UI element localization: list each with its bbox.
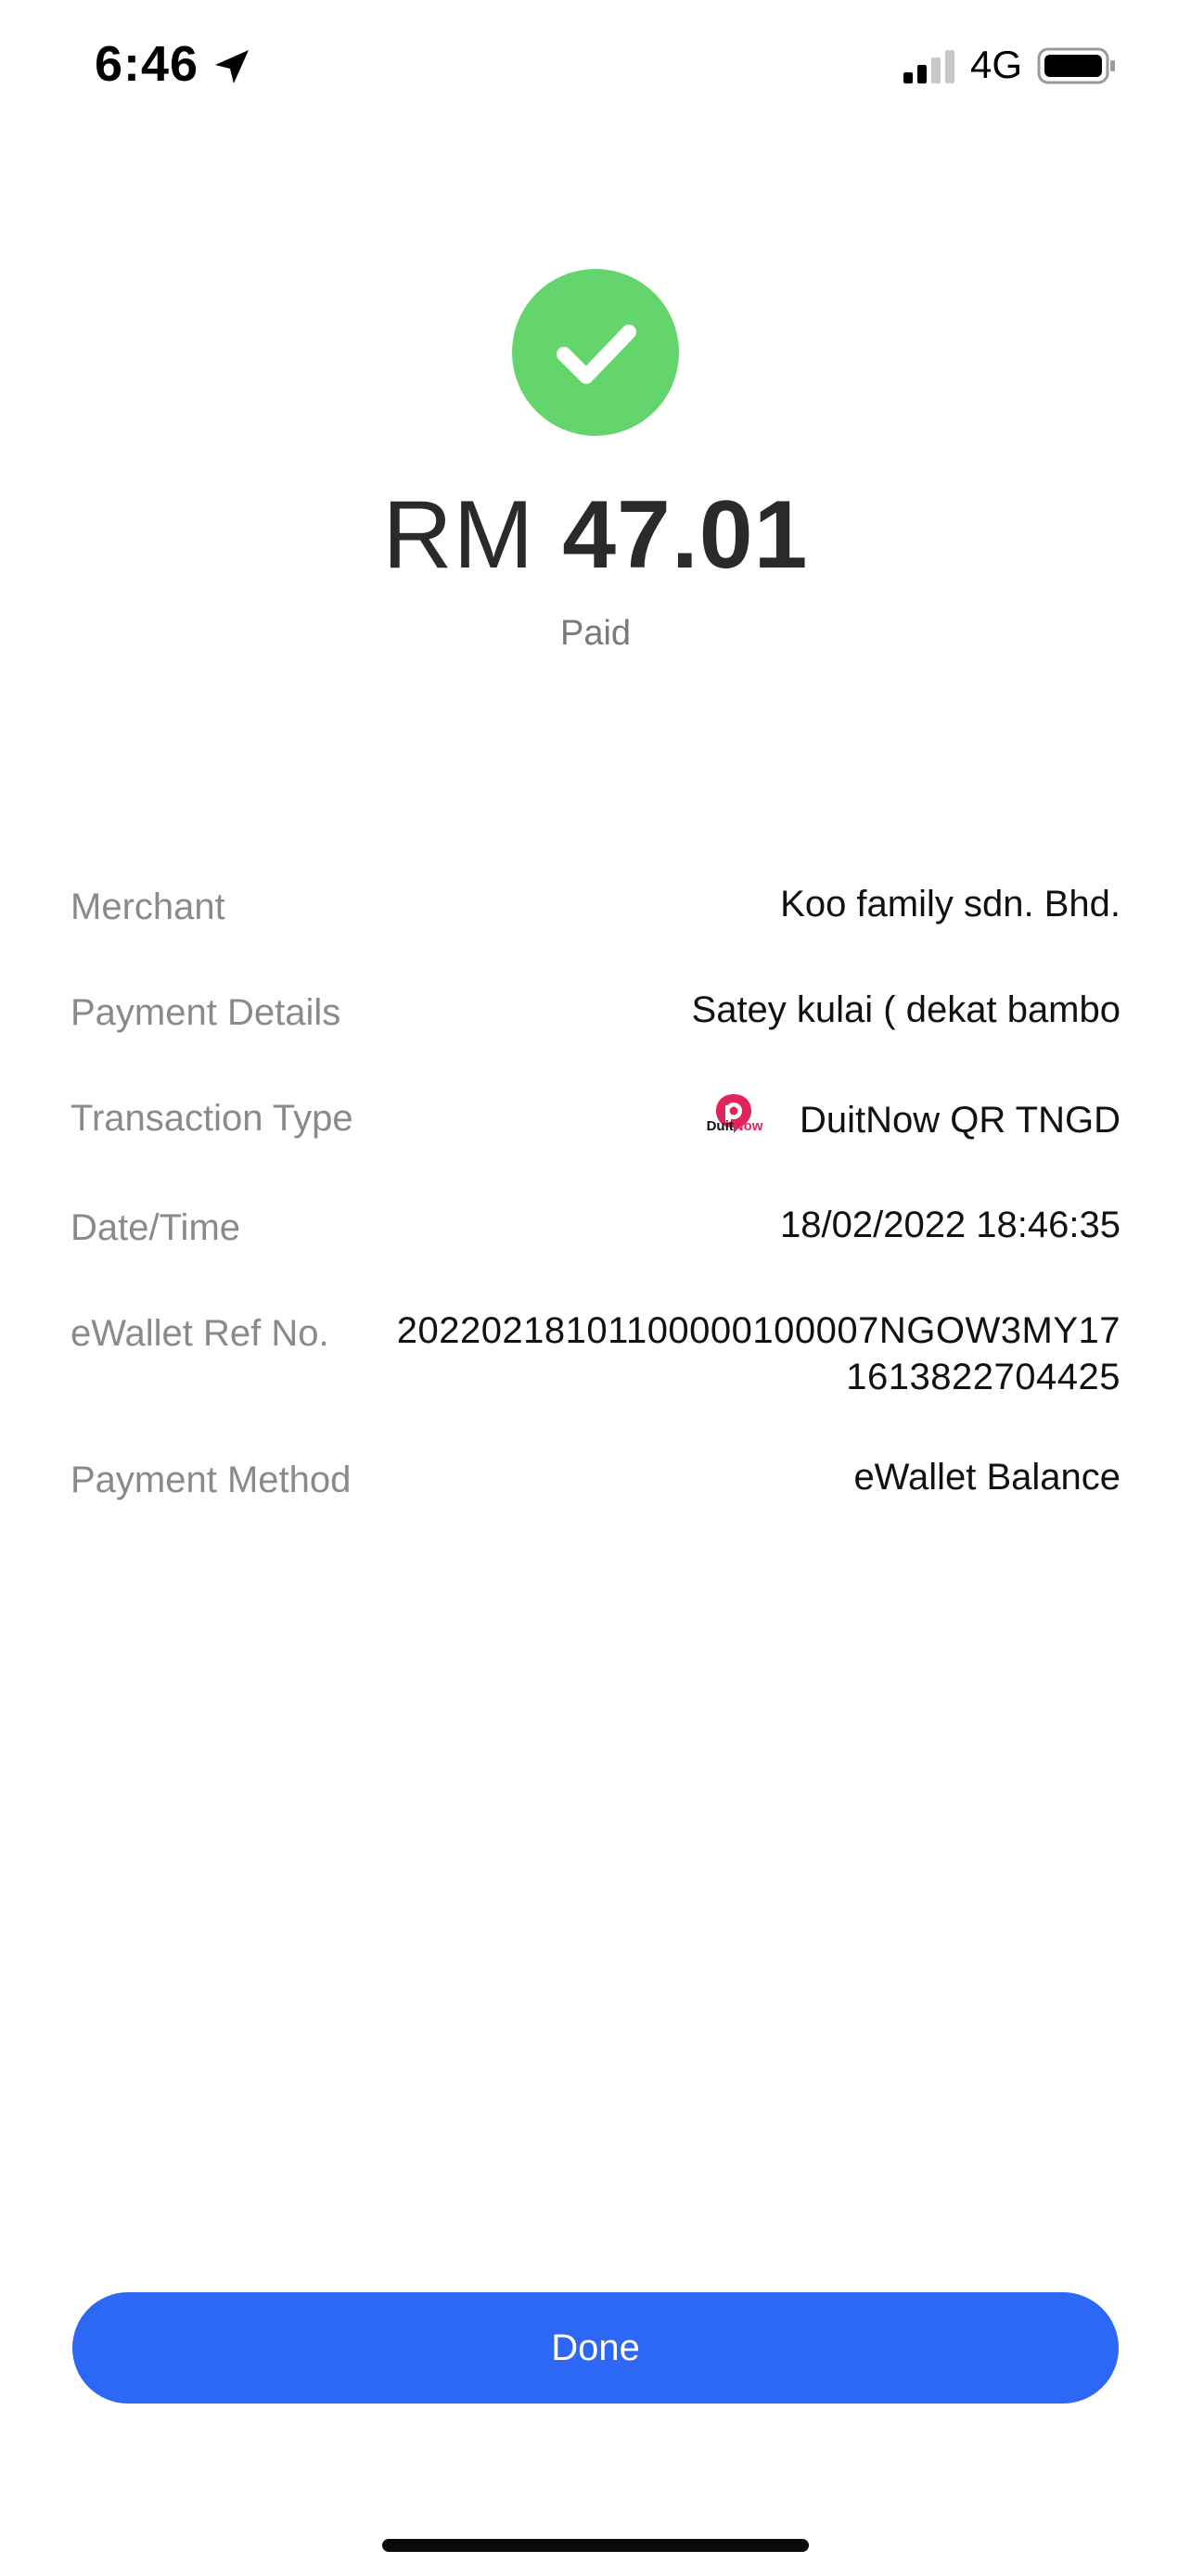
- ref-no-row: eWallet Ref No. 20220218101100000100007N…: [70, 1307, 1121, 1400]
- duitnow-logo-text: DuitNow: [706, 1118, 763, 1134]
- status-time: 6:46: [95, 36, 199, 92]
- ref-no-line-1: 20220218101100000100007NGOW3MY17: [396, 1310, 1121, 1351]
- transaction-details: Merchant Koo family sdn. Bhd. Payment De…: [70, 881, 1121, 1560]
- transaction-type-row: Transaction Type DuitNow DuitNow QR TNGD: [70, 1092, 1121, 1148]
- transaction-type-label: Transaction Type: [70, 1098, 353, 1139]
- transaction-type-value-wrap: DuitNow DuitNow QR TNGD: [701, 1092, 1121, 1148]
- amount-value: 47.01: [562, 481, 809, 589]
- ref-no-label: eWallet Ref No.: [70, 1313, 329, 1354]
- datetime-row: Date/Time 18/02/2022 18:46:35: [70, 1202, 1121, 1254]
- transaction-type-value: DuitNow QR TNGD: [800, 1100, 1121, 1141]
- location-arrow-icon: [211, 46, 252, 87]
- payment-details-label: Payment Details: [70, 992, 341, 1033]
- battery-icon: [1037, 46, 1117, 85]
- duitnow-logo-icon: DuitNow: [701, 1092, 768, 1148]
- merchant-value: Koo family sdn. Bhd.: [780, 884, 1121, 925]
- network-label: 4G: [970, 43, 1023, 86]
- payment-details-value: Satey kulai ( dekat bambo: [691, 989, 1121, 1030]
- done-button[interactable]: Done: [72, 2292, 1119, 2404]
- payment-method-value: eWallet Balance: [853, 1457, 1121, 1498]
- datetime-label: Date/Time: [70, 1207, 241, 1248]
- currency-label: RM: [382, 481, 535, 589]
- success-check-icon: [512, 269, 679, 436]
- merchant-label: Merchant: [70, 886, 225, 927]
- status-bar: 6:46 4G: [0, 0, 1191, 130]
- payment-status: Paid: [559, 614, 632, 653]
- merchant-row: Merchant Koo family sdn. Bhd.: [70, 881, 1121, 933]
- payment-method-row: Payment Method eWallet Balance: [70, 1454, 1121, 1506]
- ref-no-line-2: 1613822704425: [846, 1357, 1121, 1397]
- home-indicator[interactable]: [382, 2539, 809, 2552]
- datetime-value: 18/02/2022 18:46:35: [779, 1205, 1121, 1245]
- payment-details-row: Payment Details Satey kulai ( dekat bamb…: [70, 987, 1121, 1039]
- payment-amount: RM 47.01: [0, 480, 1191, 591]
- ref-no-value: 20220218101100000100007NGOW3MY17 1613822…: [397, 1307, 1121, 1400]
- signal-icon: [902, 48, 957, 85]
- payment-method-label: Payment Method: [70, 1460, 352, 1500]
